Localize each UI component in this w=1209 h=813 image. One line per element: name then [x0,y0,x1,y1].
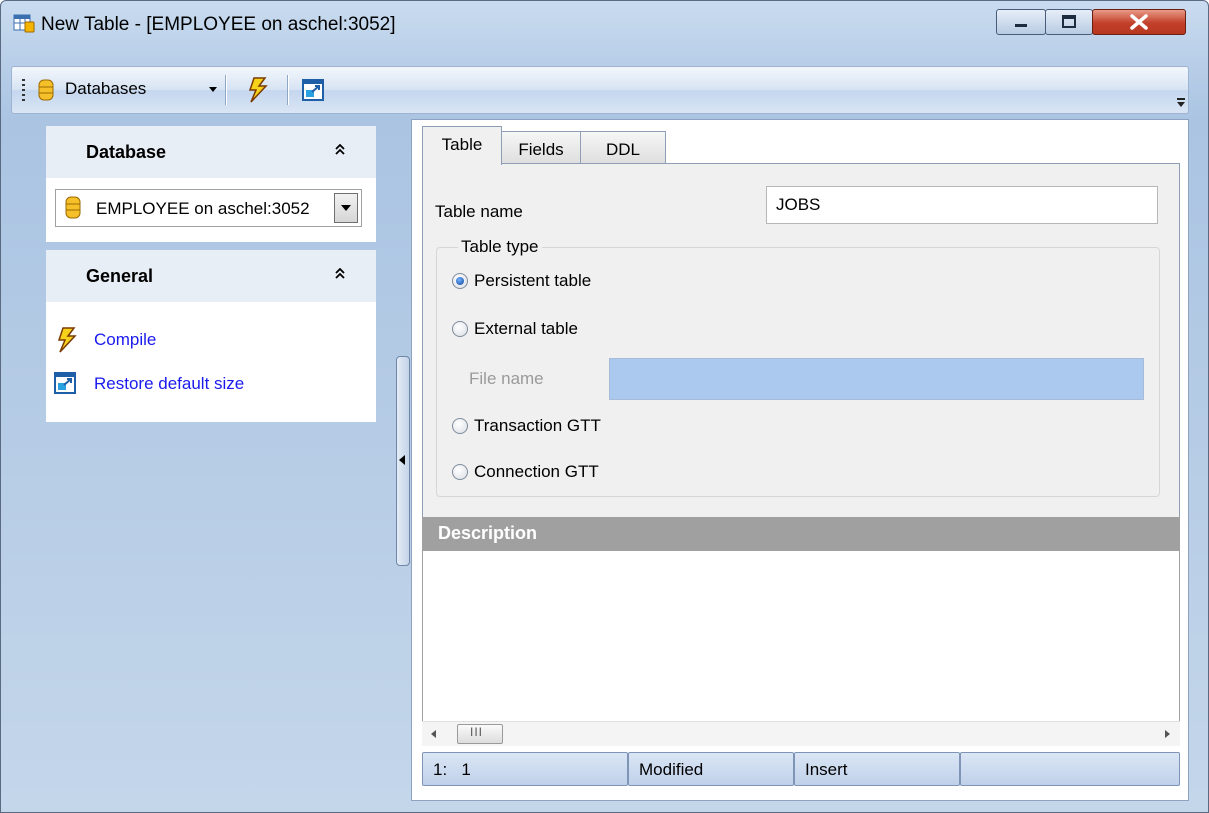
database-icon [38,79,54,101]
table-name-input[interactable] [766,186,1158,224]
status-insert-mode: Insert [794,752,960,786]
collapse-chevron-icon[interactable] [335,268,345,280]
editor-window: New Table - [EMPLOYEE on aschel:3052] Da… [0,0,1209,813]
scrollbar-thumb[interactable]: III [457,724,503,744]
status-bar: 1: 1 Modified Insert [422,748,1180,786]
compile-label: Compile [94,330,157,349]
title-bar[interactable]: New Table - [EMPLOYEE on aschel:3052] [1,1,1208,53]
radio-icon [452,418,468,434]
table-icon [13,14,35,33]
table-name-label: Table name [435,202,523,221]
database-group-title: Database [86,142,167,162]
description-editor[interactable] [422,551,1180,722]
file-name-label: File name [469,369,544,388]
editor-pane: Table Fields DDL Table name Table type P… [411,119,1189,801]
table-type-group: Table type Persistent table External tab… [436,237,1160,497]
selected-database: EMPLOYEE on aschel:3052 [96,199,310,218]
tab-table-label: Table [441,135,483,154]
close-icon [1130,14,1148,30]
connection-gtt-label: Connection GTT [474,462,599,481]
status-extra [960,752,1180,786]
tab-ddl-label: DDL [605,140,640,159]
general-group-body: Compile Restore default size [46,302,376,422]
restore-default-size-label: Restore default size [94,374,245,393]
lightning-icon [57,327,77,353]
restore-size-icon [54,372,76,394]
restore-window-icon [1062,15,1076,28]
tab-fields[interactable]: Fields [501,131,581,164]
toolbar-overflow-icon[interactable] [1176,97,1186,109]
modified-text: Modified [639,760,704,779]
cursor-position-text: 1: 1 [433,760,471,779]
minimize-button[interactable] [996,9,1046,35]
database-group-body: EMPLOYEE on aschel:3052 [46,178,376,242]
radio-icon [452,464,468,480]
status-cursor-position: 1: 1 [422,752,628,786]
database-icon [65,196,81,219]
tab-ddl[interactable]: DDL [580,131,666,164]
file-name-input [609,358,1144,400]
transaction-gtt-label: Transaction GTT [474,416,601,435]
tab-table[interactable]: Table [422,126,502,165]
collapse-left-icon[interactable] [399,455,405,465]
toolbar-separator [287,75,289,105]
toolbar: Databases [11,66,1189,114]
tab-fields-label: Fields [518,140,564,159]
description-title: Description [438,523,538,543]
close-button[interactable] [1092,9,1186,35]
general-group-title: General [86,266,154,286]
general-group-header[interactable]: General [46,250,376,302]
table-tab-page: Table name Table type Persistent table E… [422,163,1180,520]
database-select[interactable]: EMPLOYEE on aschel:3052 [55,189,362,227]
pane-splitter[interactable] [396,356,410,566]
external-table-label: External table [474,319,578,338]
minimize-icon [1015,24,1027,27]
table-type-legend: Table type [458,237,542,257]
collapse-chevron-icon[interactable] [335,144,345,156]
database-group-header[interactable]: Database [46,126,376,178]
chevron-down-icon[interactable] [209,87,217,92]
restore-size-icon[interactable] [302,79,324,101]
insert-mode-text: Insert [805,760,848,779]
lightning-icon[interactable] [245,76,271,104]
dropdown-button[interactable] [334,193,358,223]
navigation-pane: Database EMPLOYEE on aschel:3052 General [46,126,376,422]
status-modified: Modified [628,752,794,786]
toolbar-grip[interactable] [22,79,25,101]
maximize-button[interactable] [1045,9,1093,35]
grip-icon: III [470,725,484,739]
persistent-table-label: Persistent table [474,271,592,290]
window-title: New Table - [EMPLOYEE on aschel:3052] [41,14,396,35]
radio-checked-icon [452,273,468,289]
databases-menu-button[interactable]: Databases [65,79,146,99]
description-header: Description [422,517,1180,551]
scroll-right-icon[interactable] [1165,730,1170,738]
horizontal-scrollbar[interactable]: III [422,721,1180,746]
toolbar-separator [225,75,227,105]
scroll-left-icon[interactable] [431,730,436,738]
radio-icon [452,321,468,337]
